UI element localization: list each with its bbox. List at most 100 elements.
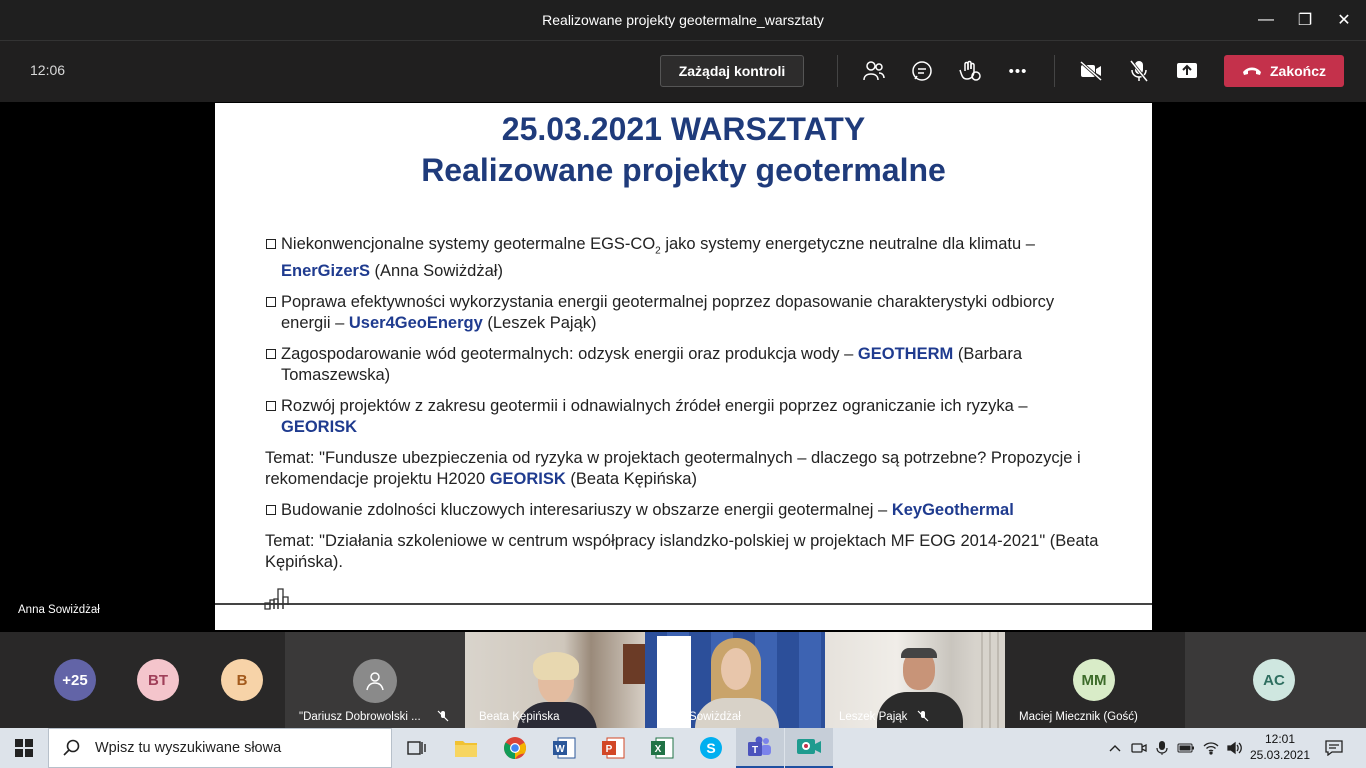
video-meeting-icon — [797, 739, 821, 754]
bullet-square-icon — [266, 505, 276, 516]
project-name: KeyGeothermal — [891, 501, 1014, 520]
participant-hair — [901, 648, 937, 658]
bullet-square-icon — [266, 297, 276, 308]
slide-topic: Temat: "Fundusze ubezpieczenia od ryzyka… — [265, 449, 1081, 489]
taskbar-skype[interactable]: S — [687, 728, 735, 768]
slide-footer-line — [215, 603, 1152, 605]
camera-off-icon[interactable] — [1077, 57, 1105, 85]
slide-bullet: Budowanie zdolności kluczowych interesar… — [265, 500, 1105, 521]
participant-tile-maciej[interactable]: MM Maciej Miecznik (Gość) — [1005, 632, 1185, 728]
more-participants-badge[interactable]: +25 — [54, 659, 96, 701]
bullet-square-icon — [266, 239, 276, 249]
start-button[interactable] — [0, 728, 48, 768]
presenter-name-label: Anna Sowiżdżał — [18, 604, 100, 616]
slide-bullet: Niekonwencjonalne systemy geotermalne EG… — [265, 234, 1105, 282]
powerpoint-icon: P — [602, 737, 625, 759]
participant-name: Maciej Miecznik (Gość) — [1019, 711, 1138, 723]
volume-icon[interactable] — [1226, 739, 1244, 757]
share-screen-icon[interactable] — [1173, 57, 1201, 85]
taskbar-teams-meeting[interactable] — [785, 728, 833, 768]
svg-text:T: T — [752, 745, 758, 756]
svg-text:W: W — [555, 744, 565, 755]
end-call-label: Zakończ — [1269, 63, 1326, 79]
windows-taskbar: Wpisz tu wyszukiwane słowa W P X S T 12:… — [0, 728, 1366, 768]
slide-bullet: Rozwój projektów z zakresu geotermii i o… — [265, 396, 1105, 438]
meeting-timer: 12:06 — [30, 62, 66, 78]
wall-picture — [623, 644, 645, 684]
default-avatar-icon — [353, 659, 397, 703]
close-window-button[interactable]: ✕ — [1321, 0, 1366, 40]
microphone-muted-icon — [917, 710, 929, 722]
participant-tile-dariusz[interactable]: "Dariusz Dobrowolski ... — [285, 632, 465, 728]
project-name: User4GeoEnergy — [348, 314, 483, 333]
presentation-slide: 25.03.2021 WARSZTATY Realizowane projekt… — [215, 103, 1152, 630]
microphone-muted-icon[interactable] — [1125, 57, 1153, 85]
task-view-icon — [407, 741, 426, 755]
participant-tile-ac[interactable]: AC — [1185, 632, 1366, 728]
teams-icon: T — [748, 736, 771, 756]
end-call-button[interactable]: Zakończ — [1224, 55, 1344, 87]
clock-date: 25.03.2021 — [1249, 748, 1311, 762]
word-icon: W — [553, 737, 576, 759]
taskbar-excel[interactable]: X — [638, 728, 686, 768]
clock-time: 12:01 — [1264, 732, 1296, 746]
participants-strip: +25 BT B "Dariusz Dobrowolski ... Beata … — [0, 632, 1366, 728]
taskbar-chrome[interactable] — [491, 728, 539, 768]
participant-video-anna[interactable]: Anna Sowiżdżał — [645, 632, 825, 728]
slide-logo-icon — [264, 588, 289, 610]
toolbar-divider — [1054, 55, 1055, 87]
participant-video-beata[interactable]: Beata Kępińska — [465, 632, 645, 728]
taskbar-teams[interactable]: T — [736, 728, 784, 768]
shared-content-stage: 25.03.2021 WARSZTATY Realizowane projekt… — [0, 102, 1366, 632]
wifi-icon[interactable] — [1202, 739, 1220, 757]
folder-icon — [455, 741, 477, 757]
camera-in-use-icon[interactable] — [1130, 739, 1148, 757]
taskbar-powerpoint[interactable]: P — [589, 728, 637, 768]
windows-logo-icon — [15, 739, 33, 757]
excel-icon: X — [651, 737, 674, 759]
project-name: GEORISK — [281, 418, 358, 437]
microphone-muted-icon — [437, 710, 449, 722]
toolbar-divider — [837, 55, 838, 87]
search-icon — [63, 739, 80, 756]
taskbar-word[interactable]: W — [540, 728, 588, 768]
slide-title-main: Realizowane projekty geotermalne — [421, 152, 946, 188]
svg-text:X: X — [655, 744, 662, 755]
taskbar-search-box[interactable]: Wpisz tu wyszukiwane słowa — [48, 728, 392, 768]
project-name: EnerGizerS — [281, 262, 370, 281]
participant-avatar-bt[interactable]: BT — [137, 659, 179, 701]
participant-name: "Dariusz Dobrowolski ... — [299, 711, 421, 723]
slide-title: 25.03.2021 WARSZTATY Realizowane projekt… — [215, 109, 1152, 191]
participant-name: Beata Kępińska — [479, 711, 560, 723]
window-title-bar: Realizowane projekty geotermalne_warszta… — [0, 0, 1366, 40]
microphone-in-use-icon[interactable] — [1153, 739, 1171, 757]
battery-icon[interactable] — [1177, 739, 1195, 757]
taskbar-file-explorer[interactable] — [442, 728, 490, 768]
slide-topic: Temat: "Działania szkoleniowe w centrum … — [265, 532, 1099, 572]
search-placeholder: Wpisz tu wyszukiwane słowa — [95, 740, 282, 756]
notifications-icon[interactable] — [1324, 738, 1344, 758]
participant-avatar-mm: MM — [1073, 659, 1115, 701]
bullet-square-icon — [266, 401, 276, 412]
participant-hair — [533, 652, 579, 680]
project-name: GEORISK — [489, 470, 566, 489]
hang-up-icon — [1242, 67, 1261, 75]
more-options-icon[interactable]: ••• — [1004, 57, 1032, 85]
participant-face-front — [721, 648, 751, 690]
task-view-button[interactable] — [392, 728, 440, 768]
show-hidden-icons-chevron-icon[interactable] — [1106, 739, 1124, 757]
participants-icon[interactable] — [860, 57, 888, 85]
bullet-square-icon — [266, 349, 276, 360]
participant-video-leszek[interactable]: Leszek Pająk — [825, 632, 1005, 728]
slide-title-date: 25.03.2021 WARSZTATY — [501, 111, 866, 147]
svg-text:P: P — [606, 744, 613, 755]
window-blinds — [975, 632, 1005, 728]
participant-avatar-ac: AC — [1253, 659, 1295, 701]
chat-icon[interactable] — [908, 57, 936, 85]
participant-avatar-b[interactable]: B — [221, 659, 263, 701]
skype-icon: S — [700, 737, 722, 759]
reactions-icon[interactable] — [956, 57, 984, 85]
project-name: GEOTHERM — [857, 345, 954, 364]
request-control-button[interactable]: Zażądaj kontroli — [660, 55, 804, 87]
taskbar-clock[interactable]: 12:01 25.03.2021 — [1248, 731, 1312, 763]
